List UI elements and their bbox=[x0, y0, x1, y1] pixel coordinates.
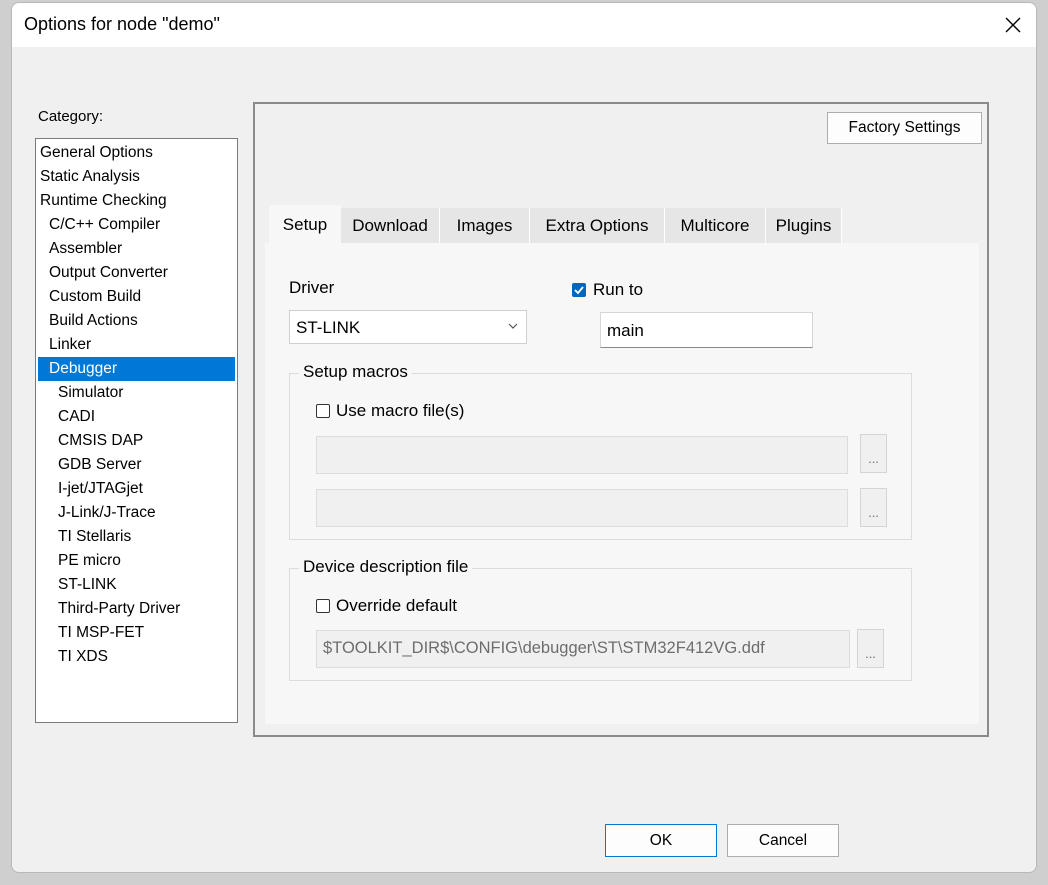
run-to-value: main bbox=[607, 321, 644, 340]
category-item[interactable]: I-jet/JTAGjet bbox=[58, 477, 143, 501]
category-item[interactable]: Runtime Checking bbox=[40, 189, 167, 213]
device-description-path-field[interactable]: $TOOLKIT_DIR$\CONFIG\debugger\ST\STM32F4… bbox=[316, 630, 850, 668]
category-item[interactable]: Third-Party Driver bbox=[58, 597, 180, 621]
category-item[interactable]: Debugger bbox=[38, 357, 235, 381]
tab-extra-options[interactable]: Extra Options bbox=[530, 208, 665, 244]
driver-select-value: ST-LINK bbox=[296, 318, 361, 337]
driver-select[interactable]: ST-LINK bbox=[289, 310, 527, 344]
category-item[interactable]: ST-LINK bbox=[58, 573, 117, 597]
category-item[interactable]: CMSIS DAP bbox=[58, 429, 143, 453]
override-default-label: Override default bbox=[336, 596, 457, 615]
device-description-path: $TOOLKIT_DIR$\CONFIG\debugger\ST\STM32F4… bbox=[323, 639, 765, 657]
close-button[interactable] bbox=[990, 3, 1036, 47]
category-item[interactable]: TI Stellaris bbox=[58, 525, 131, 549]
category-list[interactable]: General Options Static Analysis Runtime Ch… bbox=[35, 138, 238, 723]
driver-label: Driver bbox=[289, 278, 335, 297]
chevron-down-icon bbox=[508, 323, 518, 329]
category-item[interactable]: Linker bbox=[49, 333, 91, 357]
title-bar: Options for node "demo" bbox=[12, 3, 1036, 47]
ok-button[interactable]: OK bbox=[605, 824, 717, 857]
run-to-label: Run to bbox=[593, 280, 644, 299]
tab-download[interactable]: Download bbox=[341, 208, 440, 244]
override-default-checkbox[interactable] bbox=[316, 599, 330, 613]
category-item[interactable]: TI MSP-FET bbox=[58, 621, 144, 645]
macro-browse-button-1[interactable]: ... bbox=[860, 434, 887, 473]
run-to-input[interactable]: main bbox=[600, 312, 813, 348]
category-item[interactable]: Simulator bbox=[58, 381, 123, 405]
device-browse-button[interactable]: ... bbox=[857, 629, 884, 668]
category-item[interactable]: GDB Server bbox=[58, 453, 142, 477]
factory-settings-button[interactable]: Factory Settings bbox=[827, 112, 982, 144]
category-item[interactable]: Custom Build bbox=[49, 285, 141, 309]
macro-browse-button-2[interactable]: ... bbox=[860, 488, 887, 527]
macro-file-field-1[interactable] bbox=[316, 436, 848, 474]
category-label: Category: bbox=[38, 108, 104, 125]
category-item[interactable]: Static Analysis bbox=[40, 165, 140, 189]
category-item[interactable]: Assembler bbox=[49, 237, 122, 261]
tab-images[interactable]: Images bbox=[440, 208, 530, 244]
category-item[interactable]: TI XDS bbox=[58, 645, 108, 669]
options-panel: Factory Settings Setup Download Images E… bbox=[253, 102, 989, 737]
tab-plugins[interactable]: Plugins bbox=[766, 208, 842, 244]
checkmark-icon bbox=[574, 286, 584, 295]
macro-file-field-2[interactable] bbox=[316, 489, 848, 527]
category-item[interactable]: Build Actions bbox=[49, 309, 138, 333]
close-icon bbox=[1005, 17, 1021, 33]
setup-tab-content: Driver ST-LINK Run to main Setup macros … bbox=[265, 243, 979, 724]
cancel-button[interactable]: Cancel bbox=[727, 824, 839, 857]
use-macro-label: Use macro file(s) bbox=[336, 401, 465, 420]
setup-macros-legend: Setup macros bbox=[299, 362, 412, 382]
tab-multicore[interactable]: Multicore bbox=[665, 208, 766, 244]
device-description-legend: Device description file bbox=[299, 557, 473, 577]
options-dialog: Options for node "demo" Category: Genera… bbox=[11, 2, 1037, 873]
category-item[interactable]: C/C++ Compiler bbox=[49, 213, 160, 237]
category-item[interactable]: J-Link/J-Trace bbox=[58, 501, 156, 525]
window-title: Options for node "demo" bbox=[24, 14, 220, 34]
run-to-checkbox[interactable] bbox=[572, 283, 586, 297]
category-item[interactable]: CADI bbox=[58, 405, 95, 429]
use-macro-checkbox[interactable] bbox=[316, 404, 330, 418]
category-item[interactable]: General Options bbox=[40, 141, 153, 165]
category-item[interactable]: Output Converter bbox=[49, 261, 168, 285]
tab-setup[interactable]: Setup bbox=[269, 205, 341, 245]
category-item[interactable]: PE micro bbox=[58, 549, 121, 573]
